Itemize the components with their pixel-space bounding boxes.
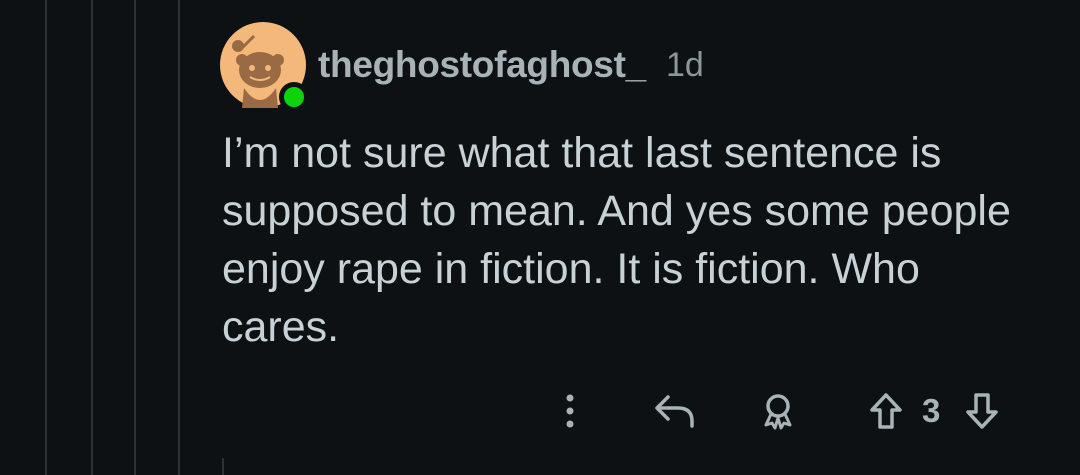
comment-timestamp: 1d bbox=[666, 46, 704, 84]
upvote-icon bbox=[870, 393, 902, 429]
vote-count: 3 bbox=[922, 392, 941, 429]
more-vertical-icon bbox=[566, 394, 574, 428]
downvote-icon bbox=[966, 393, 998, 429]
reply-icon bbox=[655, 395, 694, 428]
reply-button[interactable] bbox=[652, 388, 698, 434]
more-options-button[interactable] bbox=[553, 388, 587, 434]
award-button[interactable] bbox=[758, 388, 798, 434]
comment-actions: 3 bbox=[0, 388, 1080, 434]
award-icon bbox=[764, 394, 792, 430]
online-status-indicator bbox=[279, 82, 309, 112]
comment-body: I’m not sure what that last sentence is … bbox=[222, 129, 1011, 351]
downvote-button[interactable] bbox=[962, 388, 1002, 434]
upvote-button[interactable] bbox=[866, 388, 906, 434]
comment: theghostofaghost_ 1d I’m not sure what t… bbox=[0, 0, 1080, 475]
comment-author[interactable]: theghostofaghost_ bbox=[318, 44, 646, 86]
